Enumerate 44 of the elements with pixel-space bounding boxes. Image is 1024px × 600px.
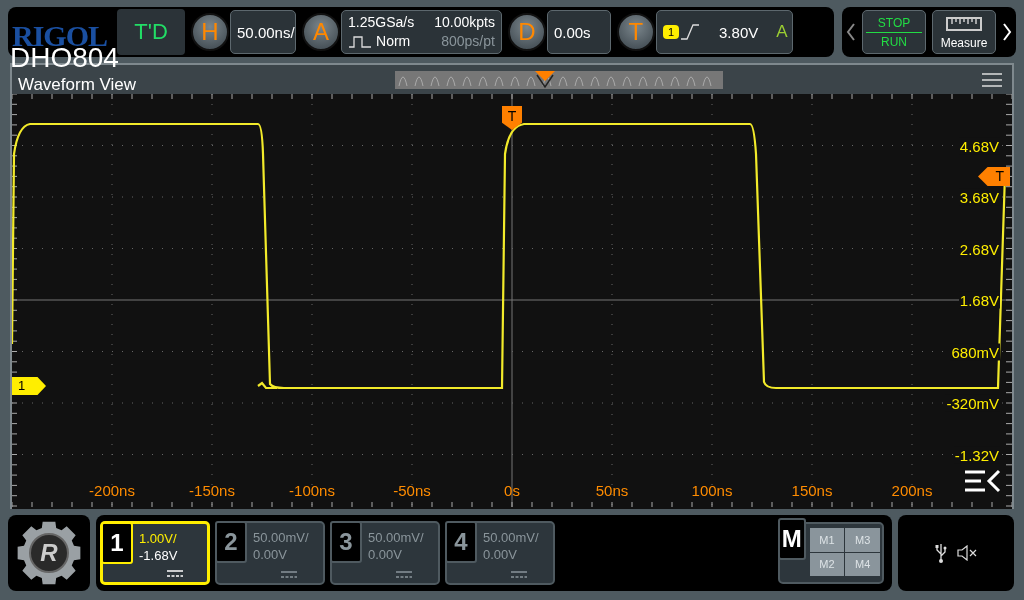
time-label: 200ns — [891, 482, 933, 499]
trigger-level: 3.80V — [719, 23, 759, 41]
panel-title: Waveform View — [18, 74, 137, 95]
delay-panel[interactable]: 0.00s — [546, 10, 611, 54]
acquire-panel[interactable]: 1.25GSa/s 10.00kpts Norm 800ps/pt — [341, 10, 502, 54]
trigger-level-marker[interactable]: T — [978, 167, 1010, 186]
stop-run-button[interactable]: STOP RUN — [862, 10, 926, 54]
dc-coupling-icon — [396, 571, 412, 579]
time-label: 150ns — [791, 482, 833, 499]
trigger-position-marker[interactable]: T — [502, 106, 522, 130]
math-button[interactable]: M — [778, 518, 806, 560]
mode-button[interactable]: T'D — [117, 9, 186, 55]
measure-button[interactable]: Measure — [932, 10, 996, 54]
channel-offset-marker[interactable]: 1 — [12, 377, 46, 395]
home-button[interactable]: R — [8, 515, 90, 591]
time-label: -100ns — [289, 482, 335, 499]
time-label: 100ns — [691, 482, 733, 499]
dc-coupling-icon — [281, 571, 297, 579]
acquire-mode: Norm — [376, 32, 411, 51]
voltage-label: 1.68V — [958, 291, 1000, 309]
horizontal-scale-panel[interactable]: 50.00ns/ — [230, 10, 297, 54]
dc-coupling-icon — [167, 570, 183, 578]
trigger-panel[interactable]: 1 3.80V A — [655, 10, 793, 54]
channel-card[interactable]: 2 50.00mV/ 0.00V — [215, 521, 325, 585]
sample-rate: 1.25GSa/s — [348, 13, 415, 32]
channel-card[interactable]: 3 50.00mV/ 0.00V — [330, 521, 440, 585]
channel-card[interactable]: 1 1.00V/ -1.68V — [100, 521, 210, 585]
time-label: -200ns — [89, 482, 135, 499]
ruler-icon — [946, 16, 982, 32]
rising-edge-icon — [679, 23, 702, 41]
time-resolution: 800ps/pt — [440, 32, 495, 51]
pulse-icon — [348, 34, 373, 49]
trigger-source-badge: 1 — [662, 25, 680, 39]
voltage-label: 680mV — [950, 343, 1000, 360]
time-label: -50ns — [393, 482, 431, 499]
trigger-sweep-mode: A — [776, 22, 789, 42]
time-label: 50ns — [595, 482, 629, 499]
memory-depth: 10.00kpts — [434, 13, 495, 32]
channel-card[interactable]: 4 50.00mV/ 0.00V — [445, 521, 555, 585]
dc-coupling-icon — [511, 571, 527, 579]
speaker-muted-icon[interactable] — [957, 545, 977, 561]
usb-icon — [935, 542, 947, 564]
time-label: -150ns — [189, 482, 235, 499]
time-label: 0s — [504, 482, 520, 499]
